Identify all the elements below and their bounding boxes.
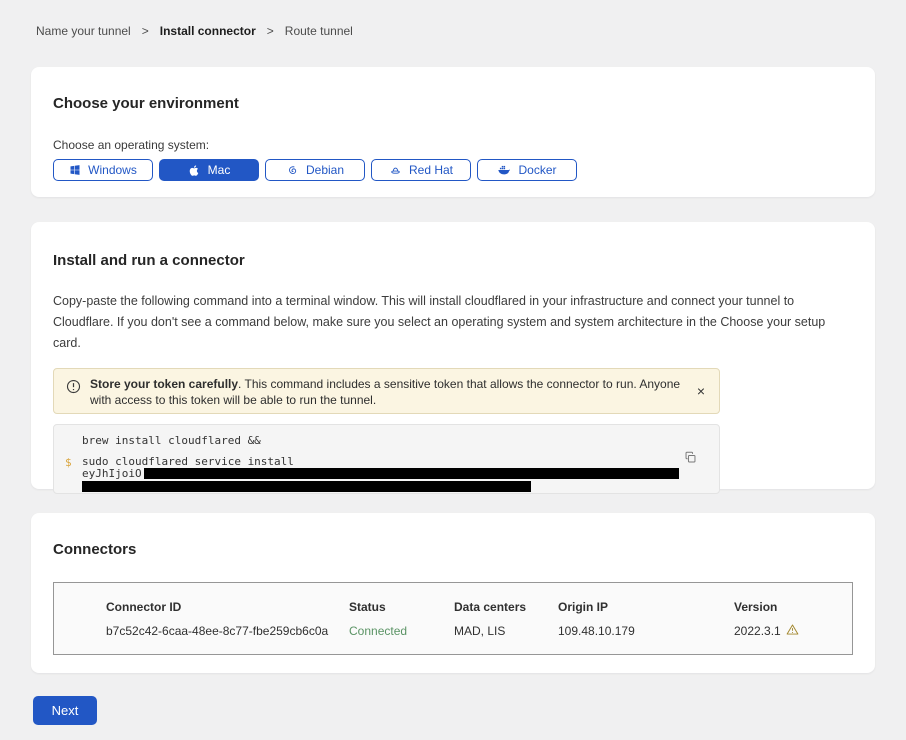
os-button-label: Red Hat [409, 163, 453, 177]
environment-card: Choose your environment Choose an operat… [31, 67, 875, 197]
os-button-redhat[interactable]: Red Hat [371, 159, 471, 181]
column-header-version: Version [734, 600, 852, 614]
os-button-label: Windows [88, 163, 137, 177]
code-line-token: eyJhIjoiO [82, 468, 679, 479]
docker-icon [497, 163, 511, 177]
token-prefix: eyJhIjoiO [82, 468, 142, 479]
token-warning-banner: Store your token carefully. This command… [53, 368, 720, 414]
copy-command-button[interactable] [684, 451, 697, 467]
os-button-label: Mac [208, 163, 231, 177]
install-command-code-block: $ brew install cloudflared && sudo cloud… [53, 424, 720, 494]
column-header-origin-ip: Origin IP [558, 600, 734, 614]
breadcrumb-step-install-connector[interactable]: Install connector [160, 24, 256, 38]
version-warning-triangle-icon [786, 623, 799, 639]
table-row: b7c52c42-6caa-48ee-8c77-fbe259cb6c0a Con… [54, 614, 852, 654]
os-button-label: Debian [306, 163, 344, 177]
install-connector-card: Install and run a connector Copy-paste t… [31, 222, 875, 489]
apple-icon [188, 164, 201, 177]
connectors-card: Connectors Connector ID Status Data cent… [31, 513, 875, 673]
warning-text: Store your token carefully. This command… [90, 376, 686, 408]
connectors-card-title: Connectors [53, 541, 853, 558]
shell-prompt: $ [65, 456, 72, 469]
breadcrumb-separator-icon: > [142, 24, 149, 38]
os-button-docker[interactable]: Docker [477, 159, 577, 181]
install-card-description: Copy-paste the following command into a … [53, 291, 853, 354]
data-centers-value: MAD, LIS [454, 624, 558, 638]
install-card-title: Install and run a connector [53, 252, 853, 269]
version-value: 2022.3.1 [734, 623, 852, 639]
redacted-token-bar-2 [82, 481, 531, 492]
windows-icon [69, 164, 81, 176]
os-button-debian[interactable]: Debian [265, 159, 365, 181]
code-line-service-install: sudo cloudflared service install [82, 456, 679, 467]
column-header-connector-id: Connector ID [106, 600, 349, 614]
breadcrumb-step-route-tunnel[interactable]: Route tunnel [285, 24, 353, 38]
breadcrumb-separator-icon: > [267, 24, 274, 38]
environment-card-title: Choose your environment [53, 95, 853, 112]
connector-id-value: b7c52c42-6caa-48ee-8c77-fbe259cb6c0a [106, 624, 349, 638]
version-number: 2022.3.1 [734, 624, 781, 638]
next-button[interactable]: Next [33, 696, 97, 725]
os-button-label: Docker [518, 163, 556, 177]
connectors-table: Connector ID Status Data centers Origin … [53, 582, 853, 655]
warning-close-button[interactable]: × [695, 384, 707, 398]
column-header-status: Status [349, 600, 454, 614]
connectors-table-header: Connector ID Status Data centers Origin … [54, 583, 852, 614]
column-header-data-centers: Data centers [454, 600, 558, 614]
os-button-mac[interactable]: Mac [159, 159, 259, 181]
warning-text-bold: Store your token carefully [90, 377, 238, 391]
debian-icon [286, 164, 299, 177]
code-line-brew-install: brew install cloudflared && [82, 435, 679, 446]
os-select-label: Choose an operating system: [53, 138, 853, 152]
redacted-token-bar [144, 468, 679, 479]
breadcrumb-step-name-your-tunnel[interactable]: Name your tunnel [36, 24, 131, 38]
origin-ip-value: 109.48.10.179 [558, 624, 734, 638]
os-button-group: Windows Mac Debian Red Hat [53, 159, 853, 181]
breadcrumb: Name your tunnel > Install connector > R… [31, 0, 875, 38]
os-button-windows[interactable]: Windows [53, 159, 153, 181]
status-badge: Connected [349, 624, 454, 638]
redhat-icon [389, 164, 402, 177]
alert-circle-icon [66, 379, 81, 399]
page: Name your tunnel > Install connector > R… [0, 0, 906, 725]
